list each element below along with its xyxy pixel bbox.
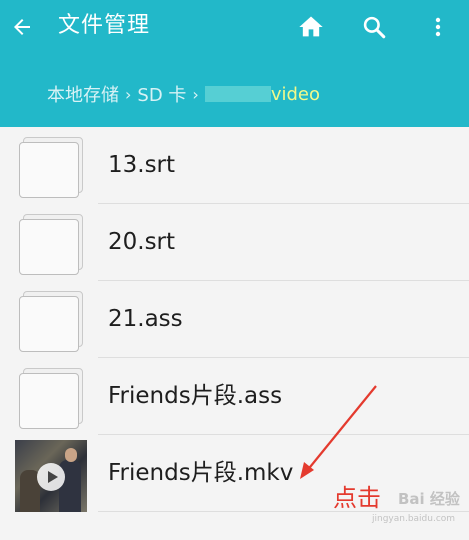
watermark-text: Bai 经验 <box>398 490 460 508</box>
watermark: Bai 经验 jingyan.baidu.com <box>368 482 468 540</box>
watermark-url: jingyan.baidu.com <box>372 514 456 524</box>
annotation-arrow <box>300 385 377 479</box>
